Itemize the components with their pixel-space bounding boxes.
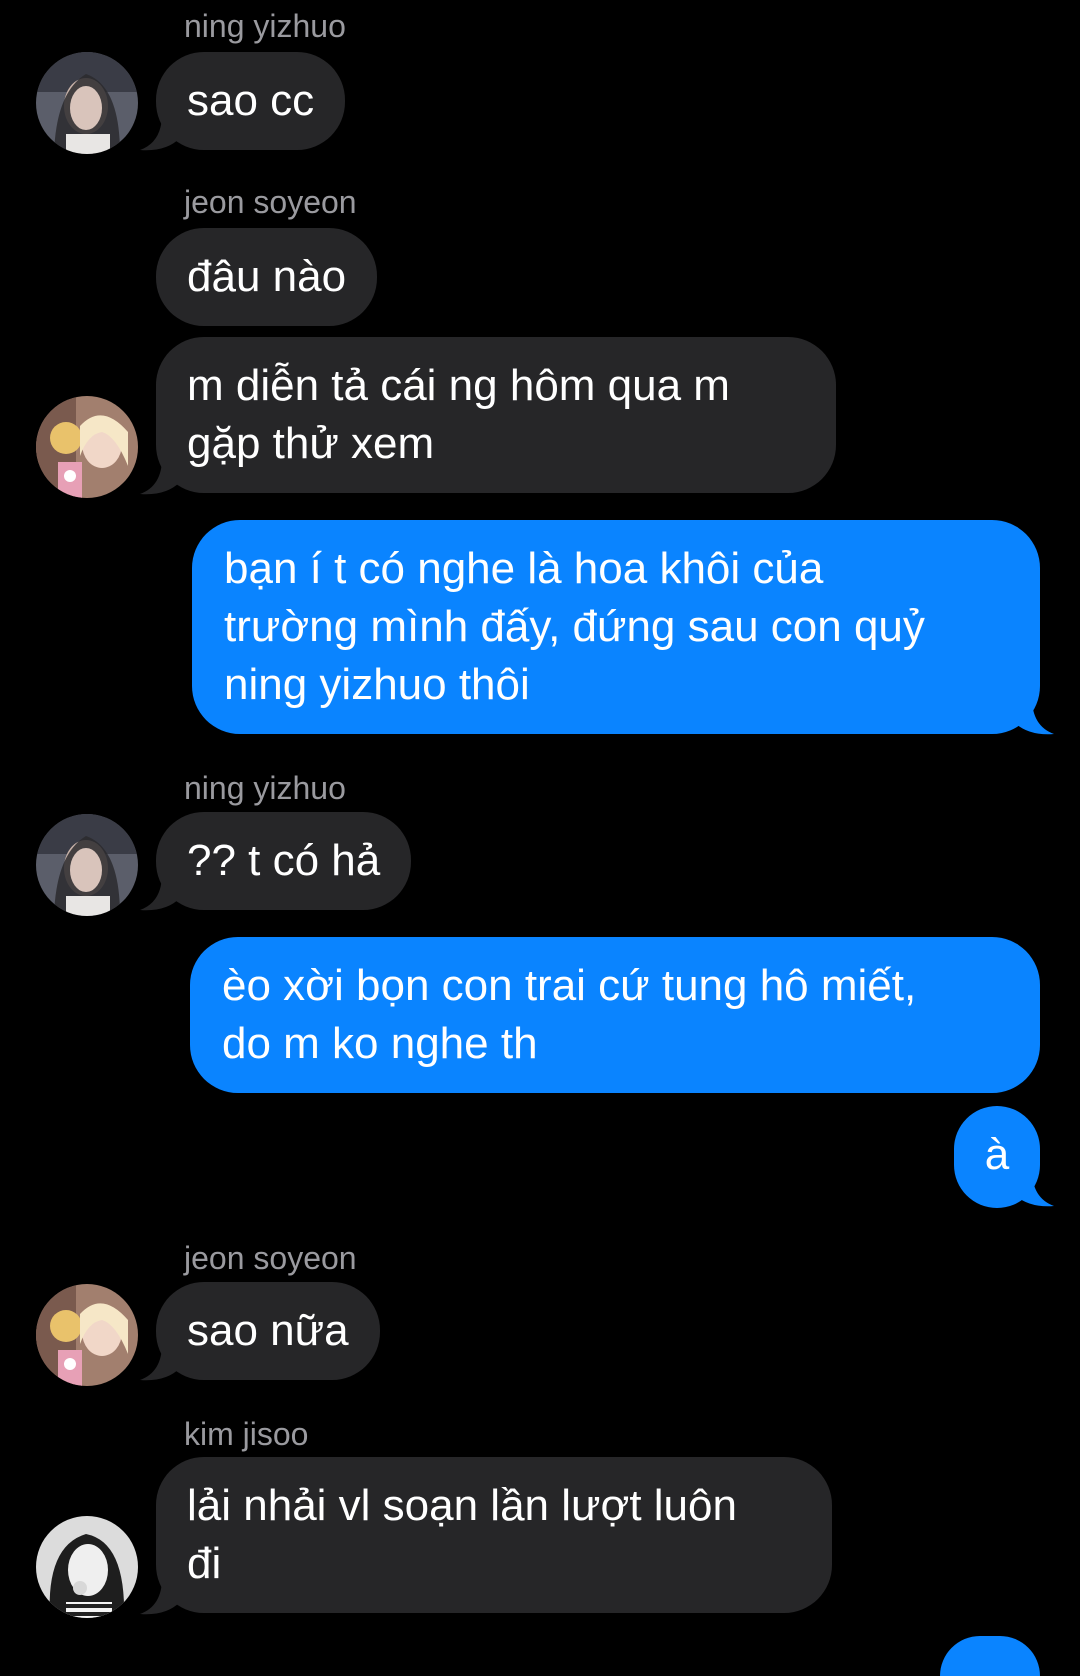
message-bubble-outgoing[interactable]: èo xời bọn con trai cứ tung hô miết, do … xyxy=(190,937,1040,1093)
message-bubble-outgoing[interactable]: bạn í t có nghe là hoa khôi của trường m… xyxy=(192,520,1040,734)
message-bubble-outgoing-partial[interactable] xyxy=(940,1636,1040,1676)
bubble-tail xyxy=(140,1344,180,1384)
message-bubble[interactable]: sao nữa xyxy=(156,1282,380,1380)
chat-thread[interactable]: ning yizhuo sao cc jeon soyeon đâu nào m… xyxy=(0,0,1080,1676)
sender-name: ning yizhuo xyxy=(184,8,346,44)
bubble-tail xyxy=(1014,1170,1054,1210)
sender-name: jeon soyeon xyxy=(184,1240,357,1276)
avatar-ning-yizhuo[interactable] xyxy=(36,52,138,154)
sender-name: ning yizhuo xyxy=(184,770,346,806)
message-bubble[interactable]: m diễn tả cái ng hôm qua m gặp thử xem xyxy=(156,337,836,493)
bubble-tail xyxy=(140,874,180,914)
avatar-kim-jisoo[interactable] xyxy=(36,1516,138,1618)
bubble-tail xyxy=(140,1578,180,1618)
avatar-jeon-soyeon[interactable] xyxy=(36,396,138,498)
bubble-tail xyxy=(140,114,180,154)
sender-name: kim jisoo xyxy=(184,1416,309,1452)
message-bubble[interactable]: ?? t có hả xyxy=(156,812,412,910)
sender-name: jeon soyeon xyxy=(184,184,357,220)
message-bubble[interactable]: đâu nào xyxy=(156,228,378,326)
message-bubble[interactable]: sao cc xyxy=(156,52,346,150)
avatar-ning-yizhuo[interactable] xyxy=(36,814,138,916)
bubble-tail xyxy=(140,458,180,498)
avatar-jeon-soyeon[interactable] xyxy=(36,1284,138,1386)
message-bubble[interactable]: lải nhải vl soạn lần lượt luôn đi xyxy=(156,1457,832,1613)
bubble-tail xyxy=(1014,698,1054,738)
